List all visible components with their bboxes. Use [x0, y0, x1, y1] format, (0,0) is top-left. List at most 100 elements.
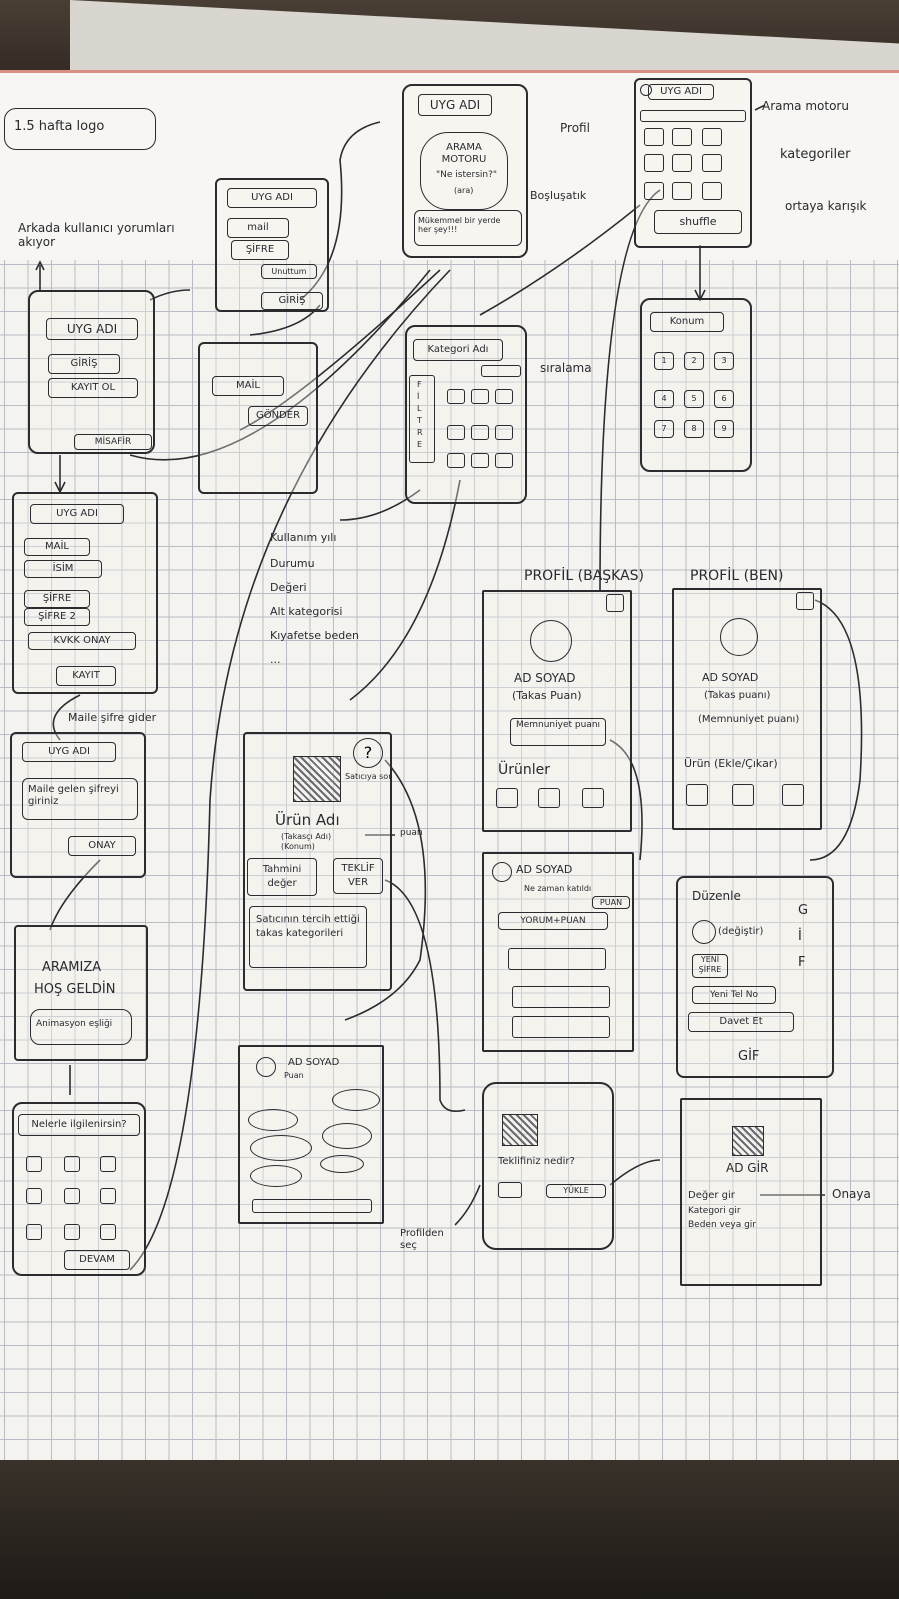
menu-icon[interactable] [606, 594, 624, 612]
comment-bubble [322, 1123, 372, 1149]
interest-checkbox[interactable] [26, 1188, 42, 1204]
interest-checkbox[interactable] [26, 1156, 42, 1172]
location-cell[interactable]: 6 [714, 390, 734, 408]
interest-checkbox[interactable] [64, 1224, 80, 1240]
product-thumb[interactable] [538, 788, 560, 808]
new-phone-button[interactable]: Yeni Tel No [692, 986, 776, 1004]
login-submit-button[interactable]: GİRİŞ [261, 292, 323, 310]
interest-checkbox[interactable] [100, 1188, 116, 1204]
menu-icon[interactable] [796, 592, 814, 610]
location-cell[interactable]: 8 [684, 420, 704, 438]
product-tile[interactable] [471, 453, 489, 468]
profile-me-header: PROFİL (BEN) [690, 568, 784, 584]
help-icon[interactable]: ? [353, 738, 383, 768]
offer-button[interactable]: TEKLİF VER [333, 858, 383, 894]
category-tile[interactable] [702, 154, 722, 172]
invite-button[interactable]: Davet Et [688, 1012, 794, 1032]
category-tile[interactable] [672, 154, 692, 172]
screen-interests: Nelerle ilgilenirsin? DEVAM [12, 1102, 146, 1276]
product-thumb[interactable] [582, 788, 604, 808]
search-bar[interactable] [640, 110, 746, 122]
add-image[interactable] [732, 1126, 764, 1156]
filter-label: F İ L T R E [417, 380, 423, 449]
password2-field[interactable]: ŞİFRE 2 [24, 608, 90, 626]
product-tile[interactable] [495, 453, 513, 468]
category-tile[interactable] [644, 154, 664, 172]
product-edit-label[interactable]: Ürün (Ekle/Çıkar) [684, 757, 778, 771]
product-tile[interactable] [495, 389, 513, 404]
product-tile[interactable] [447, 453, 465, 468]
product-tile[interactable] [495, 425, 513, 440]
avatar[interactable] [692, 920, 716, 944]
product-thumb[interactable] [496, 788, 518, 808]
change-label[interactable]: (değiştir) [718, 926, 763, 938]
category-tile[interactable] [644, 128, 664, 146]
select-product-box[interactable] [498, 1182, 522, 1198]
kvkk-checkbox[interactable]: KVKK ONAY [28, 632, 136, 650]
interest-checkbox[interactable] [100, 1224, 116, 1240]
interest-checkbox[interactable] [64, 1156, 80, 1172]
product-thumb[interactable] [732, 784, 754, 806]
guest-button[interactable]: MİSAFİR [74, 434, 152, 450]
reset-message: Maile gelen şifreyi giriniz [28, 784, 119, 807]
mail-field[interactable]: MAİL [212, 376, 284, 396]
location-cell[interactable]: 2 [684, 352, 704, 370]
comment-bubble [320, 1155, 364, 1173]
welcome-line2: HOŞ GELDİN [34, 982, 116, 997]
comment-input[interactable] [252, 1199, 372, 1213]
category-tile[interactable] [672, 182, 692, 200]
product-thumb[interactable] [686, 784, 708, 806]
upload-button[interactable]: YÜKLE [546, 1184, 606, 1198]
new-password-button[interactable]: YENİ ŞİFRE [692, 954, 728, 978]
location-cell[interactable]: 5 [684, 390, 704, 408]
location-cell[interactable]: 3 [714, 352, 734, 370]
search-hint: "Ne istersin?" [436, 170, 498, 180]
mail-field[interactable]: MAİL [24, 538, 90, 556]
product-tile[interactable] [471, 425, 489, 440]
location-cell[interactable]: 4 [654, 390, 674, 408]
mail-field[interactable]: mail [227, 218, 289, 238]
avatar [720, 618, 758, 656]
login-button[interactable]: GİRİŞ [48, 354, 120, 374]
interest-checkbox[interactable] [100, 1156, 116, 1172]
screen-reset: UYG ADI Maile gelen şifreyi giriniz ONAY [10, 732, 146, 878]
product-tile[interactable] [447, 389, 465, 404]
interest-checkbox[interactable] [64, 1188, 80, 1204]
search-title: ARAMA MOTORU [441, 142, 487, 165]
product-tile[interactable] [471, 389, 489, 404]
value-input-label[interactable]: Değer gir [688, 1190, 735, 1202]
note-arama-motoru: Arama motoru [762, 99, 849, 113]
size-input-label[interactable]: Beden veya gir [688, 1220, 756, 1230]
category-tile[interactable] [702, 182, 722, 200]
note-arkada: Arkada kullanıcı yorumları akıyor [18, 221, 175, 249]
continue-button[interactable]: DEVAM [64, 1250, 130, 1270]
comment-points-button[interactable]: YORUM+PUAN [498, 912, 608, 930]
category-tile[interactable] [672, 128, 692, 146]
location-cell[interactable]: 7 [654, 420, 674, 438]
category-input-label[interactable]: Kategori gir [688, 1206, 741, 1216]
name-field[interactable]: İSİM [24, 560, 102, 578]
shuffle-button[interactable]: shuffle [654, 210, 742, 234]
screen-profile-other: AD SOYAD (Takas Puan) Memnuniyet puanı Ü… [482, 590, 632, 832]
sort-button[interactable] [481, 365, 521, 377]
app-name: UYG ADI [418, 94, 492, 116]
password-field[interactable]: ŞİFRE [24, 590, 90, 608]
category-tile[interactable] [644, 182, 664, 200]
register-button[interactable]: KAYIT OL [48, 378, 138, 398]
location-bar[interactable]: Konum [650, 312, 724, 332]
rate-name: AD SOYAD [516, 863, 573, 876]
password-field[interactable]: ŞİFRE [231, 240, 289, 260]
forgot-button[interactable]: Unuttum [261, 264, 317, 279]
product-tile[interactable] [447, 425, 465, 440]
comment-bubble [250, 1135, 312, 1161]
app-name: UYG ADI [22, 742, 116, 762]
comment-bubble [332, 1089, 380, 1111]
register-submit-button[interactable]: KAYIT [56, 666, 116, 686]
location-cell[interactable]: 9 [714, 420, 734, 438]
category-tile[interactable] [702, 128, 722, 146]
interest-checkbox[interactable] [26, 1224, 42, 1240]
send-button[interactable]: GÖNDER [248, 406, 308, 426]
confirm-button[interactable]: ONAY [68, 836, 136, 856]
location-cell[interactable]: 1 [654, 352, 674, 370]
product-thumb[interactable] [782, 784, 804, 806]
